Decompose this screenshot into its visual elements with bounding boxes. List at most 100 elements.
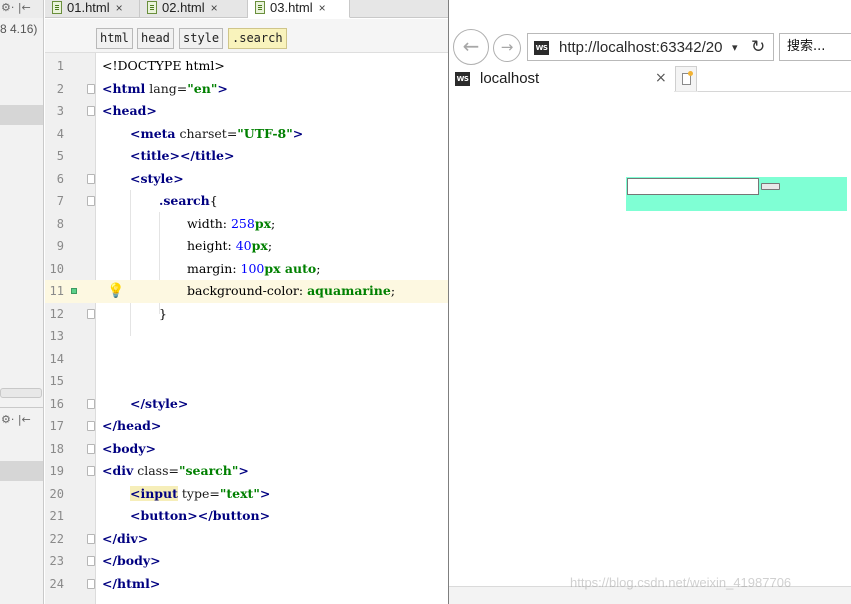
close-icon[interactable]: ×: [116, 1, 123, 15]
editor-tab-01-html[interactable]: 01.html ×: [45, 0, 140, 18]
code-line[interactable]: 10 margin: 100px auto;: [45, 258, 448, 281]
code-line[interactable]: 14: [45, 348, 448, 371]
fold-icon[interactable]: [87, 556, 95, 566]
line-number: 4: [56, 126, 64, 141]
panel-divider: [0, 407, 43, 408]
css-unit: px: [251, 238, 268, 253]
code-text: <!DOCTYPE html>: [102, 58, 225, 73]
line-number: 6: [56, 171, 64, 186]
code-text: <meta charset="UTF-8">: [130, 123, 303, 146]
line-number: 13: [49, 329, 64, 343]
new-tab-button[interactable]: [675, 66, 697, 91]
code-line[interactable]: 5 <title></title>: [45, 145, 448, 168]
fold-icon[interactable]: [87, 443, 95, 454]
chevron-down-icon[interactable]: ▾: [732, 40, 738, 56]
breadcrumb-search[interactable]: .search: [228, 28, 287, 49]
code-line[interactable]: 20 <input type="text">: [45, 483, 448, 506]
code-line[interactable]: 9 height: 40px;: [45, 235, 448, 258]
breadcrumb-style[interactable]: style: [179, 28, 224, 49]
html-file-icon: [147, 1, 157, 14]
back-button[interactable]: ←: [453, 29, 489, 65]
code-line-current[interactable]: 11 💡 background-color: aquamarine;: [45, 280, 448, 303]
code-line[interactable]: 12 }: [45, 303, 448, 326]
fold-icon[interactable]: [87, 196, 95, 206]
code-semicolon: ;: [390, 283, 396, 298]
line-number: 11: [49, 284, 64, 298]
css-property: background-color:: [187, 283, 308, 298]
browser-tab-localhost[interactable]: WS localhost ×: [449, 66, 674, 92]
line-number: 2: [56, 81, 64, 96]
browser-toolbar: ← → WS http://localhost:63342/20 ▾ ↻ 搜索.…: [449, 0, 851, 92]
code-tag: <div: [102, 463, 134, 478]
code-line[interactable]: 6 <style>: [45, 168, 448, 191]
fold-icon[interactable]: [87, 83, 95, 94]
fold-icon[interactable]: [87, 421, 95, 431]
breadcrumb-html[interactable]: html: [96, 28, 133, 49]
line-number: 10: [49, 261, 64, 276]
code-line[interactable]: 4 <meta charset="UTF-8">: [45, 123, 448, 146]
code-line[interactable]: 18 <body>: [45, 438, 448, 461]
code-line[interactable]: 23 </body>: [45, 550, 448, 573]
code-line[interactable]: 3 <head>: [45, 100, 448, 123]
fold-icon[interactable]: [87, 106, 95, 116]
code-semicolon: ;: [267, 238, 273, 253]
code-text: <div class="search">: [102, 460, 249, 483]
code-tag: <title></title>: [130, 148, 235, 163]
fold-icon[interactable]: [87, 578, 95, 589]
code-value: "text": [219, 485, 260, 501]
code-line[interactable]: 16 </style>: [45, 393, 448, 416]
url-text[interactable]: http://localhost:63342/20: [559, 39, 727, 57]
code-line[interactable]: 2 <html lang="en">: [45, 78, 448, 101]
page-text-input[interactable]: [627, 178, 759, 195]
watermark-text: https://blog.csdn.net/weixin_41987706: [570, 575, 792, 590]
line-number: 16: [49, 396, 64, 411]
fold-icon[interactable]: [87, 533, 95, 544]
css-property: width:: [187, 215, 231, 231]
code-text: margin: 100px auto;: [187, 258, 320, 281]
code-line[interactable]: 24 </html>: [45, 573, 448, 596]
code-line[interactable]: 22 </div>: [45, 528, 448, 551]
editor-tab-02-html[interactable]: 02.html ×: [140, 0, 248, 18]
html-file-icon: [255, 1, 265, 14]
code-text: <input type="text">: [130, 483, 270, 506]
editor-tab-03-html[interactable]: 03.html ×: [248, 0, 350, 18]
structure-selected-row[interactable]: [0, 461, 43, 481]
structure-tools-icons[interactable]: ⚙· |←: [0, 411, 43, 431]
page-empty-button[interactable]: [761, 183, 780, 190]
code-tag: </html>: [102, 575, 161, 591]
close-icon[interactable]: ×: [211, 1, 218, 15]
fold-icon[interactable]: [87, 398, 95, 409]
code-line[interactable]: 8 width: 258px;: [45, 213, 448, 236]
project-tools-icons[interactable]: ⚙· |←: [0, 0, 43, 18]
fold-icon[interactable]: [87, 308, 95, 319]
new-tab-icon: [682, 71, 693, 85]
close-icon[interactable]: ×: [319, 1, 326, 15]
code-line[interactable]: 1 <!DOCTYPE html>: [45, 55, 448, 78]
code-line[interactable]: 13: [45, 325, 448, 348]
address-bar[interactable]: WS http://localhost:63342/20 ▾ ↻: [527, 33, 774, 61]
css-property: margin:: [187, 260, 241, 276]
forward-button[interactable]: →: [493, 34, 521, 62]
browser-search-input[interactable]: 搜索...: [779, 33, 851, 61]
breadcrumb: html head style .search: [45, 19, 448, 53]
code-line[interactable]: 7 .search{: [45, 190, 448, 213]
code-line[interactable]: 15: [45, 370, 448, 393]
close-icon[interactable]: ×: [655, 69, 667, 88]
fold-icon[interactable]: [87, 466, 95, 476]
code-attr: charset=: [175, 125, 238, 141]
code-editor: 01.html × 02.html × 03.html × html head sty…: [45, 0, 448, 604]
fold-icon[interactable]: [87, 173, 95, 184]
code-line[interactable]: 17 </head>: [45, 415, 448, 438]
code-line[interactable]: 21 <button></button>: [45, 505, 448, 528]
project-horizontal-scrollbar[interactable]: [0, 388, 42, 398]
code-line[interactable]: 19 <div class="search">: [45, 460, 448, 483]
line-number: 9: [56, 239, 64, 253]
line-number: 18: [49, 441, 64, 456]
breadcrumb-head[interactable]: head: [137, 28, 174, 49]
lightbulb-icon[interactable]: 💡: [107, 280, 124, 302]
project-selected-row[interactable]: [0, 105, 43, 125]
webstorm-favicon-icon: WS: [534, 41, 549, 55]
code-attr: class=: [133, 463, 179, 478]
html-file-icon: [52, 1, 62, 14]
refresh-icon[interactable]: ↻: [751, 36, 765, 58]
